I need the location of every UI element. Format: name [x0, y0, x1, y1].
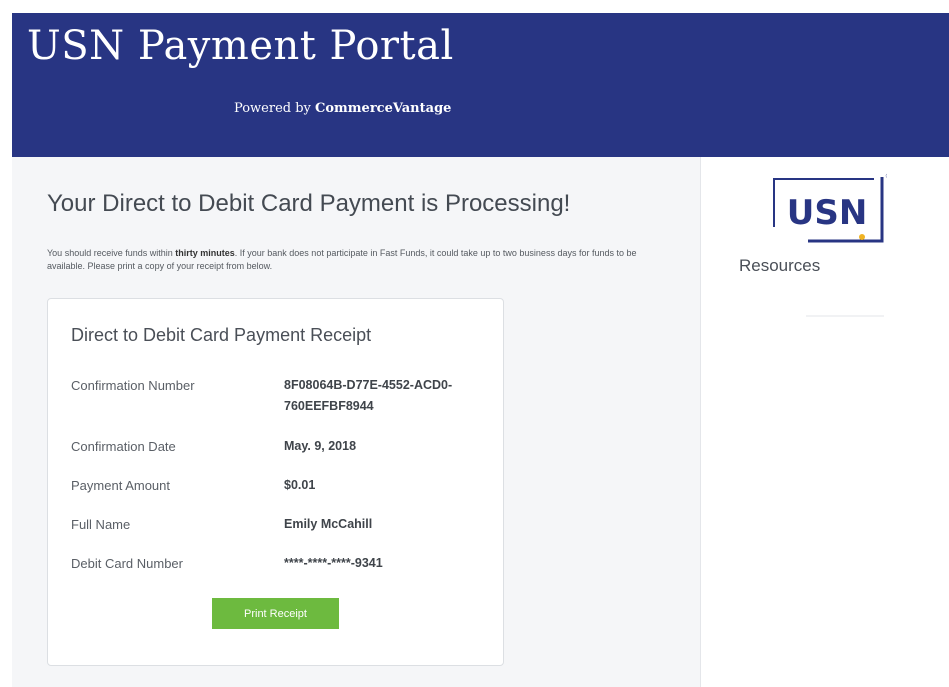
intro-part-1: You should receive funds within [47, 248, 176, 258]
portal-header: USN Payment Portal Powered by CommerceVa… [12, 13, 949, 157]
debit-card-number-label: Debit Card Number [71, 556, 183, 571]
logo-registered-mark: ® [885, 173, 887, 180]
logo-text: USN [787, 193, 868, 233]
confirmation-number-label: Confirmation Number [71, 378, 195, 393]
intro-bold: thirty minutes [175, 248, 235, 258]
powered-by-brand: CommerceVantage [315, 101, 452, 116]
page-heading: Your Direct to Debit Card Payment is Pro… [47, 190, 571, 217]
print-receipt-button[interactable]: Print Receipt [212, 598, 339, 629]
receipt-card: Direct to Debit Card Payment Receipt Con… [47, 298, 504, 666]
full-name-value: Emily McCahill [284, 517, 373, 531]
portal-title: USN Payment Portal [27, 23, 454, 69]
intro-text: You should receive funds within thirty m… [47, 247, 677, 273]
powered-by-prefix: Powered by [234, 101, 316, 116]
resources-heading: Resources [739, 256, 821, 275]
powered-by: Powered by CommerceVantage [234, 101, 451, 116]
confirmation-date-value: May. 9, 2018 [284, 439, 357, 453]
confirmation-date-label: Confirmation Date [71, 439, 176, 454]
confirmation-number-value: 8F08064B-D77E-4552-ACD0-760EEFBF8944 [284, 378, 453, 413]
full-name-label: Full Name [71, 517, 131, 532]
debit-card-number-value: ****-****-****-9341 [284, 556, 383, 570]
divider [806, 315, 884, 317]
main-content: Your Direct to Debit Card Payment is Pro… [12, 157, 700, 687]
payment-amount-value: $0.01 [284, 478, 316, 492]
payment-amount-label: Payment Amount [71, 478, 170, 493]
receipt-title: Direct to Debit Card Payment Receipt [71, 325, 372, 345]
usn-logo[interactable]: USN ® [772, 173, 887, 243]
logo-dot [859, 234, 865, 240]
sidebar: USN ® Resources [700, 157, 949, 687]
